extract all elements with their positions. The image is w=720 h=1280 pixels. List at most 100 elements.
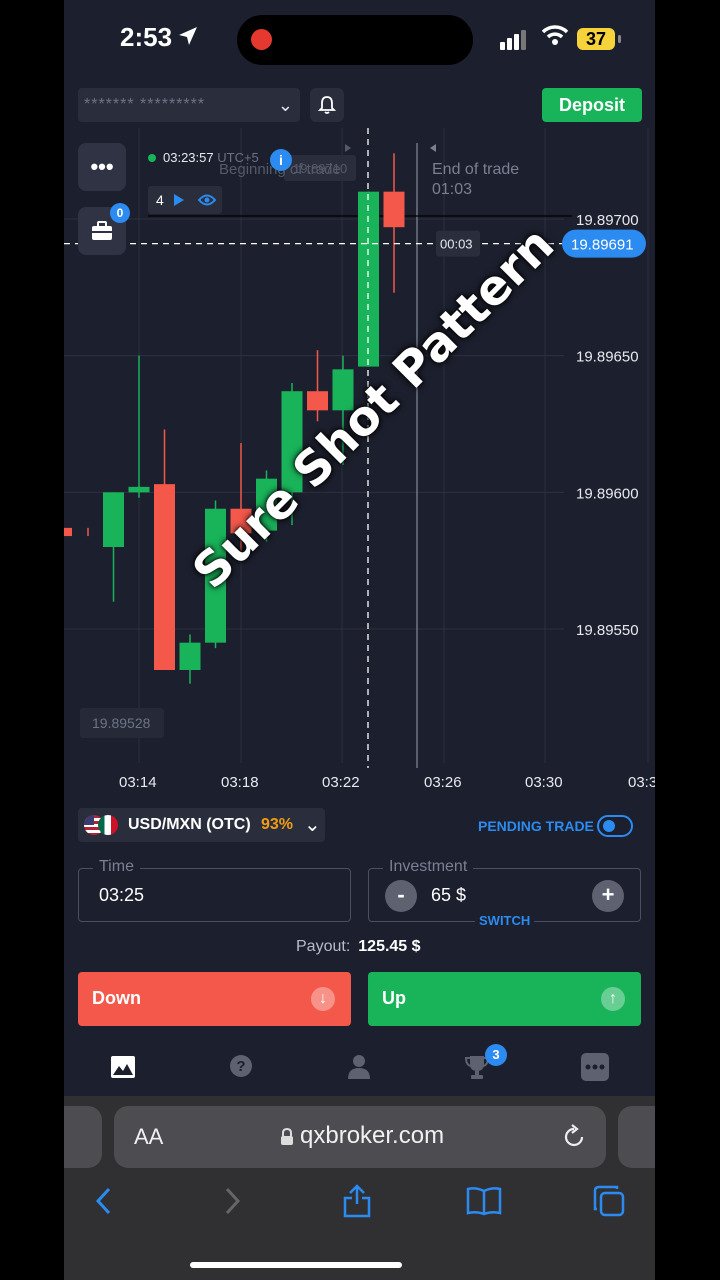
time-field[interactable]: Time 03:25 (78, 858, 351, 922)
end-marker-icon (430, 144, 436, 152)
y-tick-label: 19.89700 (576, 212, 639, 229)
chevron-down-icon: ⌄ (304, 814, 321, 836)
tab-profile[interactable] (344, 1052, 374, 1082)
candle (383, 153, 405, 293)
investment-field-label: Investment (383, 858, 474, 876)
battery-indicator: 37 (577, 28, 615, 50)
battery-tip (618, 35, 621, 43)
browser-toolbar: AA qxbroker.com (64, 1096, 655, 1280)
status-time: 2:53 (120, 22, 173, 52)
account-selector[interactable]: ******* ********* ⌄ (78, 88, 300, 122)
up-button-label: Up (382, 988, 406, 1008)
down-button[interactable]: Down ↓ (78, 972, 351, 1026)
asset-name: USD/MXN (OTC) (128, 816, 251, 833)
bell-icon (318, 96, 336, 114)
account-masked-text: ******* ********* (84, 96, 206, 113)
down-button-label: Down (92, 988, 141, 1008)
x-tick-label: 03:18 (221, 774, 259, 791)
phone-screen: 2:53 37 ******* ********* ⌄ Deposit 19.89… (64, 0, 655, 1280)
candle (64, 527, 89, 537)
countdown-label: 00:03 (440, 237, 473, 252)
payout-label: Payout: (296, 938, 351, 955)
candle-body (154, 484, 175, 670)
chevron-down-icon: ⌄ (277, 95, 294, 115)
candle-body (179, 642, 201, 670)
increase-investment-button[interactable]: + (592, 880, 624, 912)
notification-button[interactable] (310, 88, 344, 122)
min-price-label: 19.89528 (92, 715, 151, 731)
price-chart[interactable]: 19.89700 19.89650 19.89600 19.89550 03:14 03:… (64, 128, 655, 798)
x-tick-label: 03:26 (424, 774, 462, 791)
server-clock: 03:23:57 UTC+5 (148, 150, 259, 165)
next-tab-preview[interactable] (618, 1106, 655, 1168)
previous-tab-preview[interactable] (64, 1106, 102, 1168)
candle-body (383, 191, 405, 228)
x-tick-label: 03:22 (322, 774, 360, 791)
location-arrow-icon (179, 27, 197, 45)
investment-field[interactable]: Investment - 65 $ + SWITCH (368, 858, 641, 928)
up-button[interactable]: Up ↑ (368, 972, 641, 1026)
more-menu-button[interactable]: ••• (78, 143, 126, 191)
asset-selector[interactable]: USD/MXN (OTC) 93% ⌄ (78, 808, 325, 842)
arrow-down-icon: ↓ (311, 987, 335, 1011)
y-tick-label: 19.89550 (576, 622, 639, 639)
candle-body (64, 527, 72, 537)
tabs-icon[interactable] (592, 1184, 626, 1218)
forward-icon[interactable] (222, 1186, 242, 1216)
more-dots-icon (581, 1053, 609, 1081)
info-icon[interactable]: i (270, 149, 292, 171)
switch-currency-button[interactable]: SWITCH (475, 913, 535, 928)
beginning-marker-icon (345, 144, 351, 152)
pending-trade-label: PENDING TRADE (478, 818, 594, 834)
candle (307, 350, 328, 422)
candle (154, 429, 175, 670)
open-trades-pill[interactable]: 4 (148, 186, 222, 214)
reload-icon[interactable] (562, 1123, 586, 1149)
back-icon[interactable] (94, 1186, 114, 1216)
payout-value: 125.45 $ (358, 938, 421, 955)
tab-help[interactable]: ? (226, 1052, 256, 1082)
status-bar: 2:53 37 (64, 0, 655, 80)
investment-field-value[interactable]: 65 $ (431, 885, 466, 906)
svg-text:?: ? (236, 1058, 245, 1075)
timezone-text: UTC+5 (217, 150, 259, 165)
pending-trade-toggle[interactable] (597, 815, 633, 837)
help-icon: ? (230, 1055, 252, 1077)
payout-row: Payout: 125.45 $ (296, 938, 421, 956)
asset-payout-percent: 93% (261, 816, 294, 833)
signal-icon (500, 30, 526, 50)
recording-dot-icon (251, 29, 272, 50)
clock-text: 03:23:57 (163, 150, 214, 165)
address-bar[interactable]: AA qxbroker.com (114, 1106, 606, 1168)
dynamic-island (237, 15, 473, 65)
candle (179, 634, 201, 684)
tab-chart[interactable] (108, 1052, 138, 1082)
home-indicator (190, 1262, 402, 1268)
end-of-trade-time: 01:03 (432, 181, 472, 198)
bottom-tab-bar: ? (64, 1040, 655, 1096)
live-dot-icon (148, 154, 156, 162)
y-tick-label: 19.89650 (576, 349, 639, 366)
chart-image-icon (111, 1056, 135, 1078)
x-tick-label: 03:3 (628, 774, 655, 791)
arrow-up-icon: ↑ (601, 987, 625, 1011)
deposit-button[interactable]: Deposit (542, 88, 642, 122)
mexico-flag-icon (98, 815, 118, 835)
time-field-value[interactable]: 03:25 (99, 885, 144, 906)
briefcase-icon (92, 221, 112, 240)
tab-more[interactable] (580, 1052, 610, 1082)
dots-icon: ••• (90, 154, 114, 179)
x-tick-label: 03:30 (525, 774, 563, 791)
wifi-icon (541, 25, 569, 45)
share-icon[interactable] (342, 1184, 372, 1218)
candle-body (307, 391, 328, 411)
url-domain: qxbroker.com (300, 1122, 445, 1149)
reader-options-button[interactable]: AA (134, 1124, 163, 1150)
toggle-knob (603, 820, 615, 832)
decrease-investment-button[interactable]: - (385, 880, 417, 912)
play-icon (174, 194, 184, 206)
candle (103, 492, 124, 602)
tournaments-badge: 3 (485, 1044, 507, 1066)
end-of-trade-label: End of trade (432, 161, 519, 178)
bookmarks-icon[interactable] (466, 1186, 502, 1216)
